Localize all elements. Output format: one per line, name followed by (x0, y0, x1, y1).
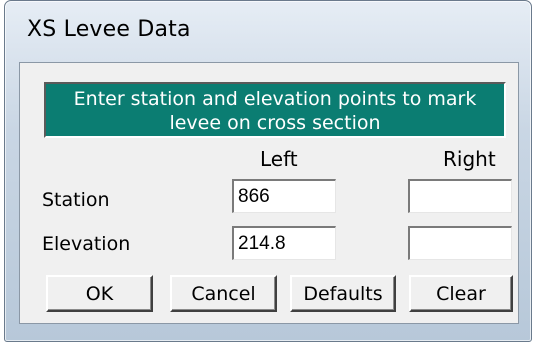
window-title: XS Levee Data (27, 17, 191, 42)
elevation-label: Elevation (42, 233, 131, 255)
instruction-line-2: levee on cross section (169, 112, 381, 134)
instruction-line-1: Enter station and elevation points to ma… (73, 88, 477, 110)
instruction-banner: Enter station and elevation points to ma… (44, 82, 506, 138)
right-station-input[interactable] (408, 179, 512, 213)
levee-data-dialog: XS Levee Data Enter station and elevatio… (4, 0, 532, 342)
title-bar[interactable]: XS Levee Data (5, 1, 531, 63)
dialog-content: Enter station and elevation points to ma… (19, 62, 519, 324)
left-elevation-input[interactable] (232, 226, 336, 260)
cancel-button[interactable]: Cancel (170, 275, 277, 312)
station-label: Station (42, 189, 110, 211)
clear-button[interactable]: Clear (409, 275, 513, 312)
left-column-header: Left (260, 147, 298, 171)
right-column-header: Right (443, 147, 496, 171)
right-elevation-input[interactable] (408, 226, 512, 260)
left-station-input[interactable] (232, 179, 336, 213)
ok-button[interactable]: OK (46, 275, 153, 312)
defaults-button[interactable]: Defaults (290, 275, 396, 312)
